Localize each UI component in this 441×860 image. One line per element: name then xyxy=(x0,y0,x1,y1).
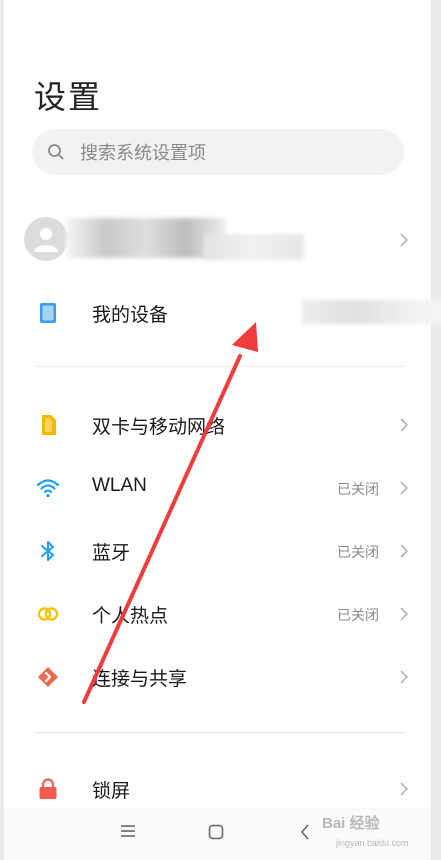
settings-item-label: WLAN xyxy=(92,475,147,496)
settings-item-hotspot[interactable]: 个人热点 已关闭 xyxy=(4,583,431,643)
home-icon[interactable] xyxy=(208,824,224,840)
chevron-right-icon xyxy=(400,481,409,495)
settings-item-my-device[interactable]: 我的设备 xyxy=(4,282,441,342)
wifi-icon xyxy=(36,479,60,498)
search-icon xyxy=(48,144,64,160)
chevron-right-icon xyxy=(400,233,409,247)
avatar-icon xyxy=(34,228,58,252)
settings-item-sim-network[interactable]: 双卡与移动网络 xyxy=(4,394,431,454)
settings-item-status: 已关闭 xyxy=(337,544,379,560)
settings-item-connection-sharing[interactable]: 连接与共享 xyxy=(4,646,431,706)
back-icon[interactable] xyxy=(300,824,310,840)
avatar[interactable] xyxy=(24,217,68,261)
hotspot-icon xyxy=(37,607,59,621)
sim-card-icon xyxy=(42,415,56,435)
settings-screen: 设置 我的设备 xyxy=(4,0,441,860)
lock-icon xyxy=(39,778,57,799)
menu-icon[interactable] xyxy=(120,824,136,838)
settings-item-label: 连接与共享 xyxy=(92,669,188,690)
divider xyxy=(34,732,406,733)
chevron-right-icon xyxy=(400,418,409,432)
page-title: 设置 xyxy=(34,79,103,115)
settings-item-status: 已关闭 xyxy=(337,481,379,497)
watermark: Bai 经验 jingyan.baidu.com xyxy=(322,804,432,858)
search-bar[interactable] xyxy=(32,129,404,177)
watermark-url: jingyan.baidu.com xyxy=(336,838,409,848)
blurred-device-name xyxy=(302,300,441,324)
share-icon xyxy=(38,667,58,687)
settings-item-status: 已关闭 xyxy=(337,607,379,623)
blurred-account-detail xyxy=(204,234,304,260)
divider xyxy=(34,366,406,367)
device-icon xyxy=(40,303,56,323)
settings-item-label: 个人热点 xyxy=(92,606,169,627)
settings-item-label: 锁屏 xyxy=(92,781,131,802)
settings-item-label: 我的设备 xyxy=(92,305,169,326)
chevron-right-icon xyxy=(400,544,409,558)
watermark-text: Bai 经验 xyxy=(322,815,380,832)
account-row[interactable] xyxy=(4,212,431,268)
settings-item-bluetooth[interactable]: 蓝牙 已关闭 xyxy=(4,520,431,580)
settings-item-label: 蓝牙 xyxy=(92,543,131,564)
chevron-right-icon xyxy=(400,670,409,684)
settings-item-wlan[interactable]: WLAN 已关闭 xyxy=(4,457,431,517)
search-input[interactable] xyxy=(78,129,382,177)
chevron-right-icon xyxy=(400,782,409,796)
settings-item-label: 双卡与移动网络 xyxy=(92,417,226,438)
chevron-right-icon xyxy=(400,607,409,621)
blurred-account-name xyxy=(66,218,226,258)
bluetooth-icon xyxy=(41,541,54,561)
